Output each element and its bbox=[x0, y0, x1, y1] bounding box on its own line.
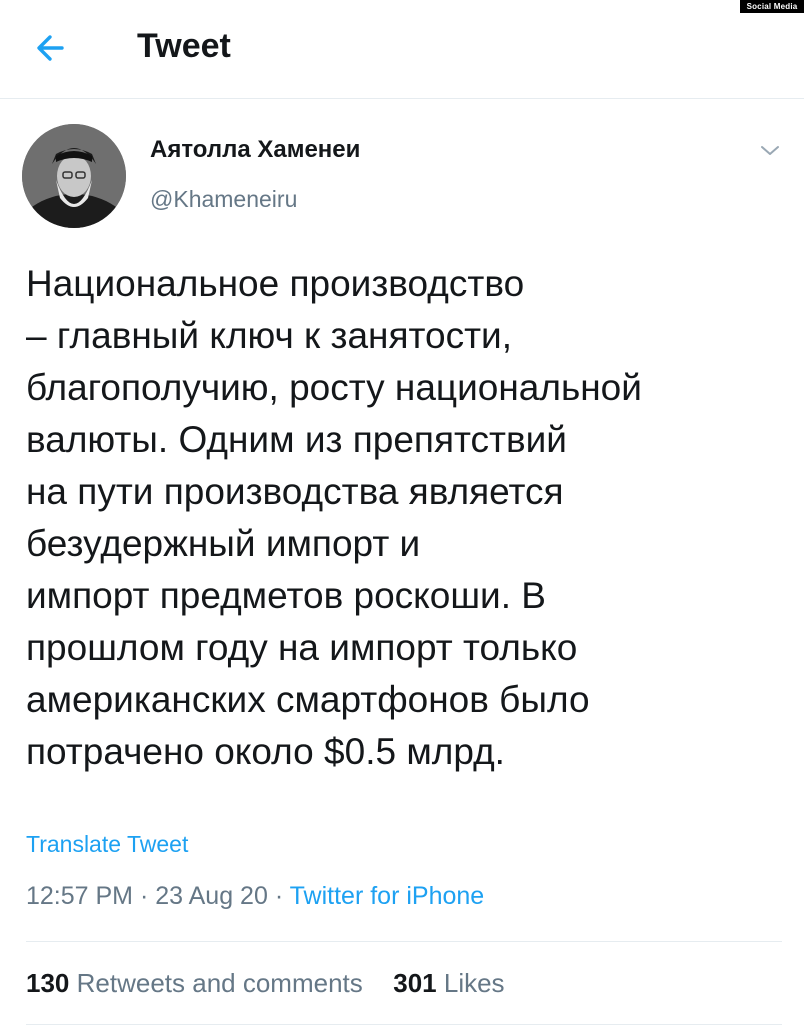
likes-label: Likes bbox=[443, 968, 505, 998]
tweet-text-line: безудержный импорт и bbox=[26, 523, 421, 564]
tweet-text-line: – главный ключ к занятости, bbox=[26, 315, 513, 356]
divider bbox=[26, 941, 782, 942]
tweet-text: Национальное производство – главный ключ… bbox=[26, 258, 786, 778]
author-handle[interactable]: @Khameneiru bbox=[150, 186, 297, 213]
tweet-date: 23 Aug 20 bbox=[155, 882, 268, 910]
retweets-stat[interactable]: 130 Retweets and comments bbox=[26, 968, 370, 998]
tweet-text-line: прошлом году на импорт только bbox=[26, 627, 578, 668]
chevron-down-icon bbox=[761, 146, 779, 155]
translate-tweet-link[interactable]: Translate Tweet bbox=[26, 831, 188, 858]
tweet-time: 12:57 PM bbox=[26, 882, 134, 910]
likes-stat[interactable]: 301 Likes bbox=[393, 968, 504, 998]
avatar[interactable] bbox=[22, 124, 126, 228]
tweet-text-line: благополучию, росту национальной bbox=[26, 367, 642, 408]
tweet-stats: 130 Retweets and comments 301 Likes bbox=[26, 968, 505, 999]
tweet-metadata: 12:57 PM · 23 Aug 20 · Twitter for iPhon… bbox=[26, 882, 484, 911]
retweets-count: 130 bbox=[26, 968, 70, 998]
tweet-text-line: импорт предметов роскоши. В bbox=[26, 575, 546, 616]
tweet-text-line: потрачено около $0.5 млрд. bbox=[26, 731, 505, 772]
back-button[interactable] bbox=[32, 30, 72, 66]
separator-dot: · bbox=[139, 882, 156, 910]
avatar-image bbox=[22, 124, 126, 228]
top-bar: Tweet bbox=[0, 0, 804, 99]
arrow-left-icon bbox=[37, 35, 64, 61]
divider bbox=[26, 1024, 782, 1025]
likes-count: 301 bbox=[393, 968, 437, 998]
separator-dot: · bbox=[274, 882, 290, 910]
tweet-text-line: на пути производства является bbox=[26, 471, 564, 512]
retweets-label: Retweets and comments bbox=[76, 968, 363, 998]
tweet-source-link[interactable]: Twitter for iPhone bbox=[290, 882, 485, 910]
author-display-name[interactable]: Аятолла Хаменеи bbox=[150, 136, 360, 164]
tweet-text-line: американских смартфонов было bbox=[26, 679, 590, 720]
tweet-text-line: Национальное производство bbox=[26, 263, 525, 304]
page-title: Tweet bbox=[137, 27, 231, 65]
tweet-options-button[interactable] bbox=[757, 138, 783, 162]
tweet-text-line: валюты. Одним из препятствий bbox=[26, 419, 567, 460]
